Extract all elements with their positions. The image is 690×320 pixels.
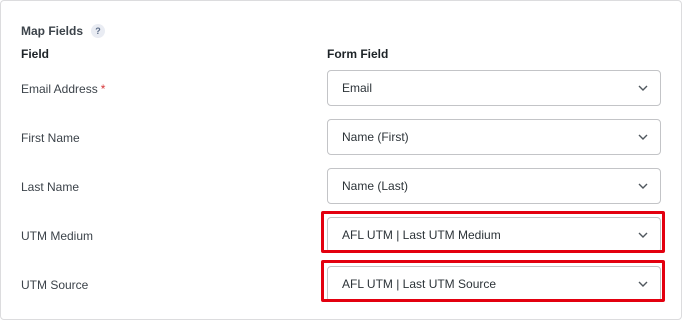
- field-label-last-name: Last Name: [21, 180, 80, 194]
- chevron-down-icon: [638, 134, 648, 140]
- form-field-select-utm-medium[interactable]: AFL UTM | Last UTM Medium: [327, 217, 661, 253]
- column-header-field: Field: [21, 47, 50, 61]
- form-field-select-email[interactable]: Email: [327, 70, 661, 106]
- field-label-email-address: Email Address *: [21, 82, 105, 96]
- select-value: Name (First): [342, 130, 409, 144]
- chevron-down-icon: [638, 85, 648, 91]
- chevron-down-icon: [638, 281, 648, 287]
- field-label-text: Email Address: [21, 82, 98, 96]
- form-field-select-last-name[interactable]: Name (Last): [327, 168, 661, 204]
- form-field-select-utm-source[interactable]: AFL UTM | Last UTM Source: [327, 266, 661, 302]
- field-label-utm-medium: UTM Medium: [21, 229, 94, 243]
- help-icon[interactable]: ?: [91, 24, 106, 38]
- select-value: AFL UTM | Last UTM Source: [342, 277, 497, 291]
- field-label-first-name: First Name: [21, 131, 80, 145]
- chevron-down-icon: [638, 183, 648, 189]
- field-label-utm-source: UTM Source: [21, 278, 89, 292]
- required-marker: *: [100, 82, 106, 96]
- section-title: Map Fields ?: [21, 24, 106, 38]
- column-header-form-field: Form Field: [327, 47, 389, 61]
- select-value: Email: [342, 81, 373, 95]
- select-value: Name (Last): [342, 179, 409, 193]
- section-title-text: Map Fields: [21, 24, 84, 38]
- chevron-down-icon: [638, 232, 648, 238]
- select-value: AFL UTM | Last UTM Medium: [342, 228, 501, 242]
- map-fields-panel: Map Fields ? Field Form Field Email Addr…: [0, 0, 682, 320]
- form-field-select-first-name[interactable]: Name (First): [327, 119, 661, 155]
